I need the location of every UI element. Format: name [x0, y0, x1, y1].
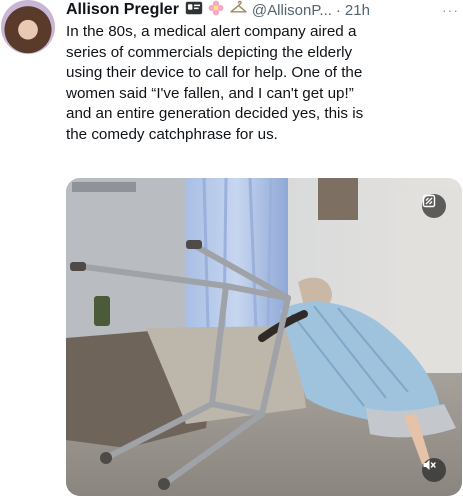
timestamp[interactable]: 21h [345, 2, 370, 19]
tweet-text: In the 80s, a medical alert company aire… [66, 23, 364, 143]
gif-frame [66, 178, 462, 496]
audio-toggle-button[interactable] [422, 458, 446, 482]
gif-control-button[interactable] [422, 194, 446, 218]
id-card-icon [185, 1, 203, 20]
author-emoji-group [185, 0, 248, 22]
more-options-icon[interactable]: ··· [442, 2, 459, 18]
tweet-header: Allison Pregler @AllisonP... · 21h [66, 0, 370, 20]
hanger-icon [229, 0, 248, 20]
tweet-media-gif[interactable] [66, 178, 462, 496]
author-handle[interactable]: @AllisonP... [252, 2, 332, 19]
dot-separator: · [335, 1, 341, 19]
avatar[interactable] [1, 0, 55, 54]
author-name[interactable]: Allison Pregler [66, 1, 179, 19]
flower-icon [207, 0, 225, 22]
